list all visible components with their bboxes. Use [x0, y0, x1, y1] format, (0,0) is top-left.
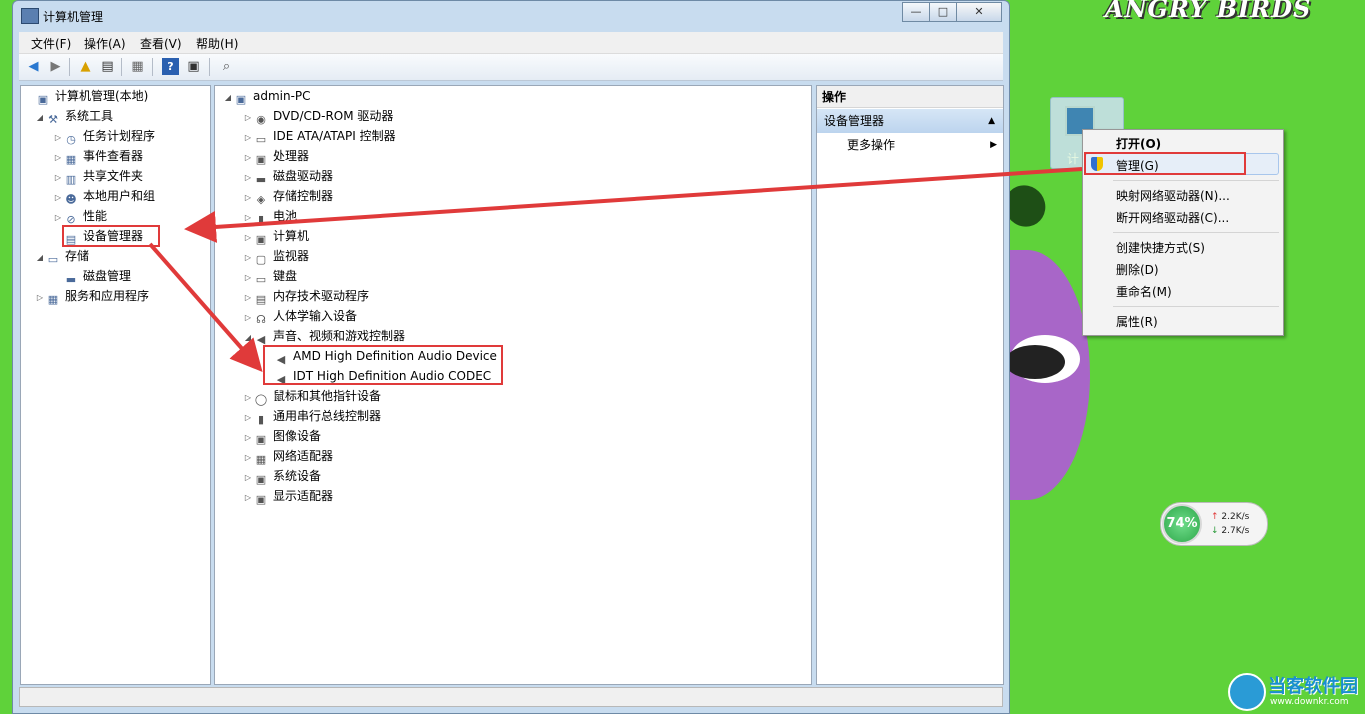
upload-arrow-icon: ↑ [1211, 512, 1219, 522]
ctx-disconnect-drive[interactable]: 断开网络驱动器(C)... [1116, 209, 1229, 226]
annotation-arrow-to-audio-devices [148, 242, 263, 373]
context-menu: 打开(O) 管理(G) 映射网络驱动器(N)... 断开网络驱动器(C)... … [1082, 129, 1284, 336]
download-arrow-icon: ↓ [1211, 526, 1219, 536]
watermark: 当客软件园 www.downkr.com [1228, 670, 1365, 714]
ctx-map-drive[interactable]: 映射网络驱动器(N)... [1116, 187, 1230, 204]
upload-speed: ↑ 2.2K/s [1211, 512, 1249, 522]
menu-separator [1113, 306, 1279, 307]
annotation-arrows [148, 167, 1083, 373]
ctx-properties[interactable]: 属性(R) [1116, 313, 1158, 330]
watermark-name: 当客软件园 [1268, 676, 1358, 697]
cpu-usage-gauge: 74% [1162, 504, 1202, 544]
download-speed: ↓ 2.7K/s [1211, 526, 1249, 536]
annotation-highlight-manage [1084, 152, 1246, 175]
menu-separator [1113, 232, 1279, 233]
watermark-url: www.downkr.com [1270, 697, 1349, 707]
ctx-create-shortcut[interactable]: 创建快捷方式(S) [1116, 239, 1205, 256]
annotation-arrow-to-device-manager [184, 167, 1083, 243]
ctx-open[interactable]: 打开(O) [1116, 135, 1161, 152]
ctx-rename[interactable]: 重命名(M) [1116, 283, 1172, 300]
network-speed-gadget[interactable]: 74% ↑ 2.2K/s ↓ 2.7K/s [1160, 502, 1268, 546]
upload-speed-value: 2.2K/s [1221, 512, 1250, 522]
download-speed-value: 2.7K/s [1221, 526, 1250, 536]
menu-separator [1113, 180, 1279, 181]
watermark-logo-icon [1228, 673, 1266, 711]
ctx-delete[interactable]: 删除(D) [1116, 261, 1159, 278]
